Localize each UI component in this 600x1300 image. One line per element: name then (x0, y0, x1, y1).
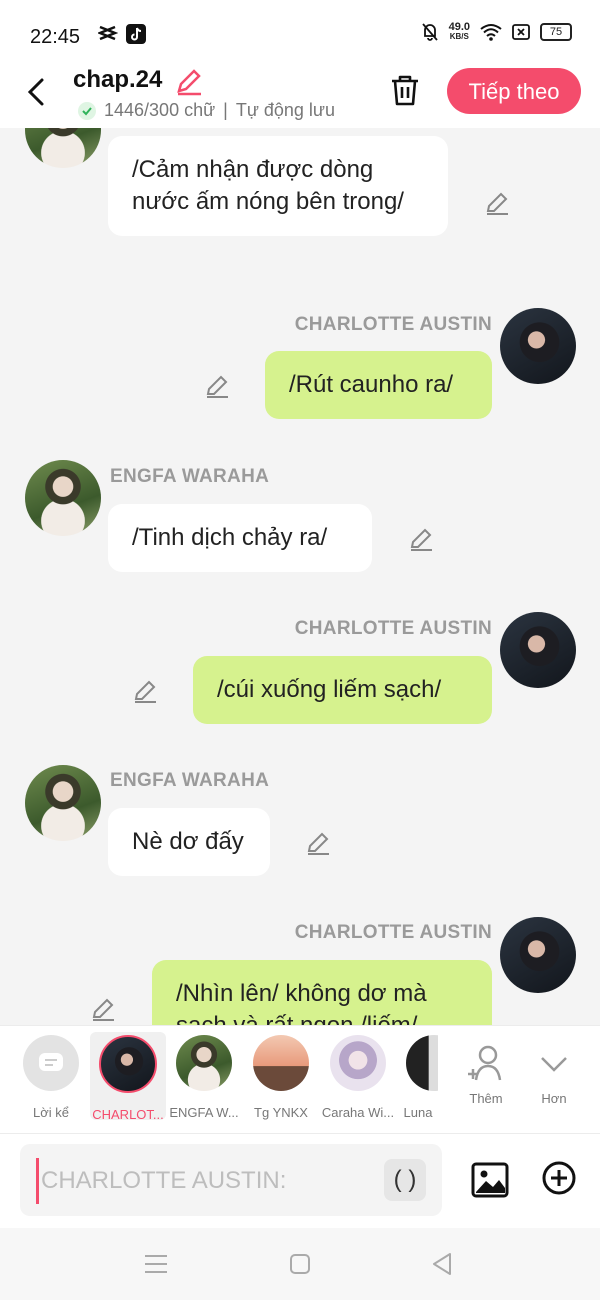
edit-message-icon[interactable] (408, 526, 434, 552)
character-label: Lời kể (33, 1105, 69, 1120)
tiktok-icon (126, 24, 146, 44)
character-label: CHARLOT... (92, 1107, 164, 1122)
edit-title-icon[interactable] (174, 66, 204, 96)
status-bar: 22:45 49.0 KB/S 75 (0, 0, 600, 60)
narrator-icon (23, 1035, 79, 1091)
add-character-button[interactable]: Thêm (448, 1032, 524, 1120)
character-charlotte[interactable]: CHARLOT... (90, 1032, 166, 1122)
speaker-name: CHARLOTTE AUSTIN (294, 922, 492, 943)
character-label: Tg YNKX (254, 1105, 308, 1120)
edit-message-icon[interactable] (204, 373, 230, 399)
character-tg[interactable]: Tg YNKX (243, 1032, 319, 1120)
add-character-label: Thêm (469, 1091, 503, 1106)
character-label: Caraha Wi... (321, 1105, 395, 1120)
message-bubble[interactable]: /Nhìn lên/ không dơ mà sạch và rất ngọn … (152, 960, 492, 1025)
image-icon[interactable] (470, 1160, 510, 1200)
back-nav-icon[interactable] (430, 1251, 454, 1277)
chat-area: /Cảm nhận được dòng nước ấm nóng bên tro… (0, 128, 600, 1025)
battery-indicator: 75 (540, 23, 572, 41)
avatar (406, 1035, 438, 1091)
capcut-icon (98, 25, 118, 41)
character-label: ENGFA W... (169, 1105, 239, 1120)
message-input[interactable] (36, 1158, 383, 1204)
character-label: Luna (403, 1105, 433, 1120)
avatar[interactable] (25, 460, 101, 536)
header: chap.24 1446/300 chữ | Tự động lưu Tiếp … (0, 60, 600, 128)
avatar[interactable] (25, 128, 101, 168)
avatar[interactable] (500, 612, 576, 688)
sim-icon (512, 24, 530, 40)
avatar (176, 1035, 232, 1091)
message-input-box: ( ) (20, 1144, 442, 1216)
message-bubble[interactable]: /Rút caunho ra/ (265, 351, 492, 419)
character-selector: Lời kể CHARLOT... ENGFA W... Tg YNKX Car… (0, 1025, 600, 1134)
edit-message-icon[interactable] (132, 678, 158, 704)
next-button[interactable]: Tiếp theo (447, 68, 581, 114)
message-bubble[interactable]: /Tinh dịch chảy ra/ (108, 504, 372, 572)
character-caraha[interactable]: Caraha Wi... (320, 1032, 396, 1120)
menu-icon[interactable] (143, 1253, 169, 1275)
character-narrator[interactable]: Lời kể (13, 1032, 89, 1120)
character-luna[interactable]: Luna (398, 1032, 438, 1120)
speaker-name: CHARLOTTE AUSTIN (294, 618, 492, 639)
chapter-title[interactable]: chap.24 (73, 66, 162, 94)
avatar (99, 1035, 157, 1093)
more-button[interactable]: Hơn (516, 1032, 592, 1120)
input-area: ( ) (0, 1133, 600, 1229)
speaker-name: CHARLOTTE AUSTIN (294, 314, 492, 335)
avatar[interactable] (25, 765, 101, 841)
word-count: 1446/300 chữ (104, 100, 216, 120)
back-icon[interactable] (22, 72, 52, 112)
autosave-label: Tự động lưu (235, 100, 335, 120)
edit-message-icon[interactable] (484, 190, 510, 216)
avatar[interactable] (500, 308, 576, 384)
avatar (253, 1035, 309, 1091)
more-label: Hơn (541, 1091, 567, 1106)
trash-icon[interactable] (387, 72, 423, 108)
avatar (330, 1035, 386, 1091)
wifi-icon (480, 24, 502, 41)
add-person-icon (468, 1045, 502, 1081)
avatar[interactable] (500, 917, 576, 993)
saved-check-icon (78, 101, 96, 120)
system-nav-bar (0, 1228, 600, 1300)
bell-off-icon (421, 23, 438, 41)
speaker-name: ENGFA WARAHA (110, 466, 270, 487)
net-speed: 49.0 KB/S (448, 21, 470, 42)
add-icon[interactable] (541, 1160, 577, 1196)
action-paren-button[interactable]: ( ) (384, 1159, 426, 1201)
character-engfa[interactable]: ENGFA W... (166, 1032, 242, 1120)
edit-message-icon[interactable] (305, 830, 331, 856)
speaker-name: ENGFA WARAHA (110, 770, 270, 791)
status-time: 22:45 (30, 26, 81, 48)
message-bubble[interactable]: Nè dơ đấy (108, 808, 270, 876)
message-bubble[interactable]: /Cảm nhận được dòng nước ấm nóng bên tro… (108, 136, 448, 236)
home-icon[interactable] (288, 1252, 312, 1276)
chevron-down-icon (541, 1057, 567, 1072)
message-bubble[interactable]: /cúi xuống liếm sạch/ (193, 656, 492, 724)
edit-message-icon[interactable] (90, 996, 116, 1022)
